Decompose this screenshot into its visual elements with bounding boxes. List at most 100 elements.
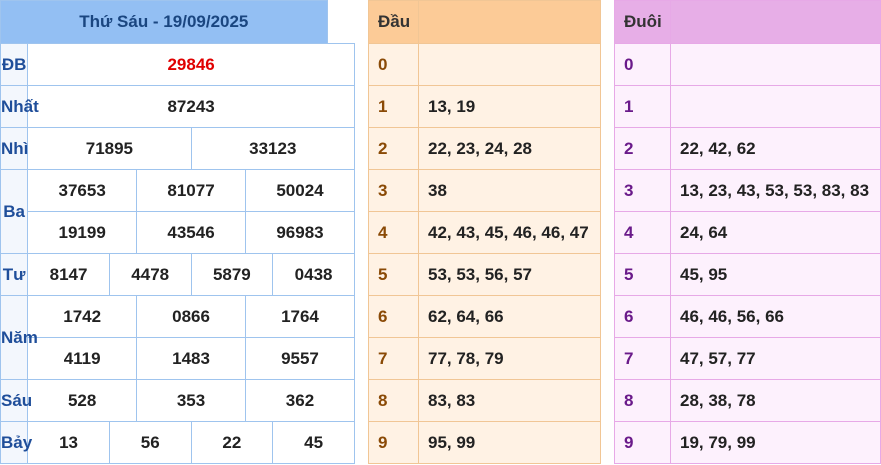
prize-row-db: ĐB 29846 <box>0 43 355 86</box>
duoi-row: 7 47, 57, 77 <box>614 337 881 380</box>
duoi-table: Đuôi 0 1 2 22, 42, 62 3 13, 23, 43, 53, 53… <box>614 0 881 464</box>
dau-digit: 1 <box>368 85 419 128</box>
dau-digit: 3 <box>368 169 419 212</box>
duoi-digit: 7 <box>614 337 671 380</box>
dau-values: 83, 83 <box>418 379 601 422</box>
prize-number: 87243 <box>27 85 355 128</box>
duoi-header-row: Đuôi <box>614 0 881 44</box>
prize-number: 1742 <box>27 295 138 338</box>
dau-digit: 4 <box>368 211 419 254</box>
duoi-row: 6 46, 46, 56, 66 <box>614 295 881 338</box>
dau-values: 62, 64, 66 <box>418 295 601 338</box>
prize-number: 50024 <box>244 169 356 212</box>
prize-number: 1764 <box>244 295 356 338</box>
special-prize-number: 29846 <box>27 43 355 86</box>
prize-row-nhat: Nhất 87243 <box>0 85 355 128</box>
duoi-values: 24, 64 <box>670 211 881 254</box>
prize-label: Nhì <box>0 127 28 170</box>
prize-number: 9557 <box>244 337 356 380</box>
duoi-digit: 4 <box>614 211 671 254</box>
prize-label: Năm <box>0 295 38 380</box>
duoi-digit: 9 <box>614 421 671 464</box>
dau-header-blank <box>418 0 601 44</box>
duoi-row: 3 13, 23, 43, 53, 53, 83, 83 <box>614 169 881 212</box>
duoi-row: 1 <box>614 85 881 128</box>
prize-row-nam: Năm 1742 0866 1764 <box>0 295 356 380</box>
duoi-digit: 8 <box>614 379 671 422</box>
dau-header: Đầu <box>368 0 419 44</box>
prize-number: 22 <box>190 421 274 464</box>
dau-row: 0 <box>368 43 601 86</box>
duoi-values: 28, 38, 78 <box>670 379 881 422</box>
prize-row-nhi: Nhì 71895 33123 <box>0 127 356 170</box>
dau-values: 38 <box>418 169 601 212</box>
prize-row-ba-2: 19199 43546 96983 <box>1 211 356 254</box>
duoi-values: 13, 23, 43, 53, 53, 83, 83 <box>670 169 881 212</box>
prize-number: 33123 <box>190 127 356 170</box>
dau-row: 2 22, 23, 24, 28 <box>368 127 601 170</box>
results-table: Thứ Sáu - 19/09/2025 ĐB 29846 Nhất 87243… <box>0 0 356 464</box>
prize-number: 37653 <box>27 169 138 212</box>
dau-values: 77, 78, 79 <box>418 337 601 380</box>
duoi-row: 5 45, 95 <box>614 253 881 296</box>
prize-number: 4119 <box>27 337 138 380</box>
dau-row: 1 13, 19 <box>368 85 601 128</box>
duoi-values: 19, 79, 99 <box>670 421 881 464</box>
dau-values: 53, 53, 56, 57 <box>418 253 601 296</box>
dau-digit: 5 <box>368 253 419 296</box>
prize-number: 528 <box>27 379 138 422</box>
duoi-digit: 6 <box>614 295 671 338</box>
prize-number: 8147 <box>27 253 110 296</box>
prize-number: 71895 <box>27 127 192 170</box>
dau-digit: 8 <box>368 379 419 422</box>
dau-digit: 9 <box>368 421 419 464</box>
prize-label: Ba <box>0 169 29 254</box>
prize-number: 1483 <box>136 337 246 380</box>
dau-values: 42, 43, 45, 46, 46, 47 <box>418 211 601 254</box>
prize-number: 0866 <box>136 295 246 338</box>
prize-label: Bảy <box>0 421 32 464</box>
prize-row-ba: Ba 37653 81077 50024 <box>0 169 356 254</box>
duoi-row: 4 24, 64 <box>614 211 881 254</box>
duoi-values <box>670 85 881 128</box>
results-header-row: Thứ Sáu - 19/09/2025 <box>0 0 355 44</box>
prize-number: 362 <box>244 379 356 422</box>
dau-row: 6 62, 64, 66 <box>368 295 601 338</box>
dau-row: 5 53, 53, 56, 57 <box>368 253 601 296</box>
duoi-digit: 3 <box>614 169 671 212</box>
prize-number: 0438 <box>272 253 355 296</box>
duoi-values: 22, 42, 62 <box>670 127 881 170</box>
duoi-digit: 0 <box>614 43 671 86</box>
prize-number: 81077 <box>136 169 246 212</box>
dau-row: 7 77, 78, 79 <box>368 337 601 380</box>
prize-number: 353 <box>136 379 246 422</box>
duoi-digit: 1 <box>614 85 671 128</box>
dau-values: 13, 19 <box>418 85 601 128</box>
duoi-values: 46, 46, 56, 66 <box>670 295 881 338</box>
prize-number: 56 <box>108 421 192 464</box>
dau-digit: 0 <box>368 43 419 86</box>
prize-number: 45 <box>272 421 355 464</box>
duoi-row: 2 22, 42, 62 <box>614 127 881 170</box>
dau-values: 95, 99 <box>418 421 601 464</box>
prize-row-sau: Sáu 528 353 362 <box>0 379 356 422</box>
results-title: Thứ Sáu - 19/09/2025 <box>0 0 328 44</box>
dau-row: 4 42, 43, 45, 46, 46, 47 <box>368 211 601 254</box>
duoi-digit: 5 <box>614 253 671 296</box>
prize-number: 5879 <box>190 253 274 296</box>
prize-number: 19199 <box>27 211 138 254</box>
duoi-values: 47, 57, 77 <box>670 337 881 380</box>
prize-row-nam-2: 4119 1483 9557 <box>1 337 356 380</box>
dau-values: 22, 23, 24, 28 <box>418 127 601 170</box>
dau-row: 3 38 <box>368 169 601 212</box>
prize-number: 43546 <box>136 211 246 254</box>
duoi-digit: 2 <box>614 127 671 170</box>
duoi-row: 0 <box>614 43 881 86</box>
prize-number: 96983 <box>244 211 356 254</box>
prize-label: Sáu <box>0 379 32 422</box>
prize-number: 13 <box>27 421 110 464</box>
prize-row-tu: Tư 8147 4478 5879 0438 <box>0 253 355 296</box>
dau-digit: 7 <box>368 337 419 380</box>
dau-digit: 6 <box>368 295 419 338</box>
dau-header-row: Đầu <box>368 0 601 44</box>
